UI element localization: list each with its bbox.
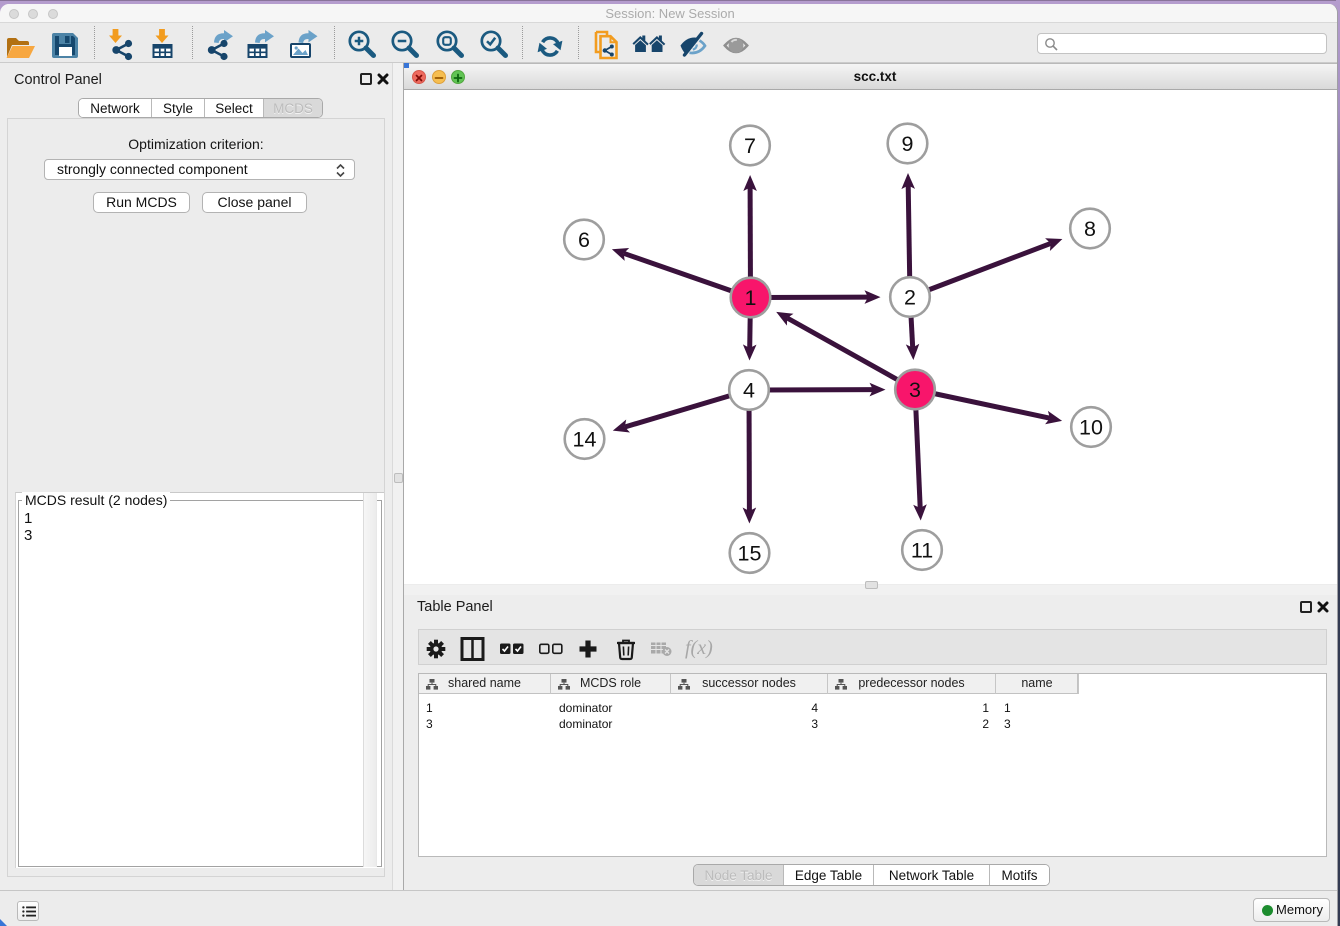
svg-text:4: 4 [743,378,755,402]
svg-text:15: 15 [738,541,762,565]
svg-text:6: 6 [578,228,590,252]
svg-text:3: 3 [909,378,921,402]
svg-text:9: 9 [902,132,914,156]
svg-text:7: 7 [744,134,756,158]
svg-text:8: 8 [1084,217,1096,241]
svg-text:14: 14 [573,427,597,451]
svg-text:11: 11 [911,538,933,562]
svg-text:10: 10 [1079,415,1103,439]
svg-text:1: 1 [745,286,757,310]
svg-text:2: 2 [904,285,916,309]
